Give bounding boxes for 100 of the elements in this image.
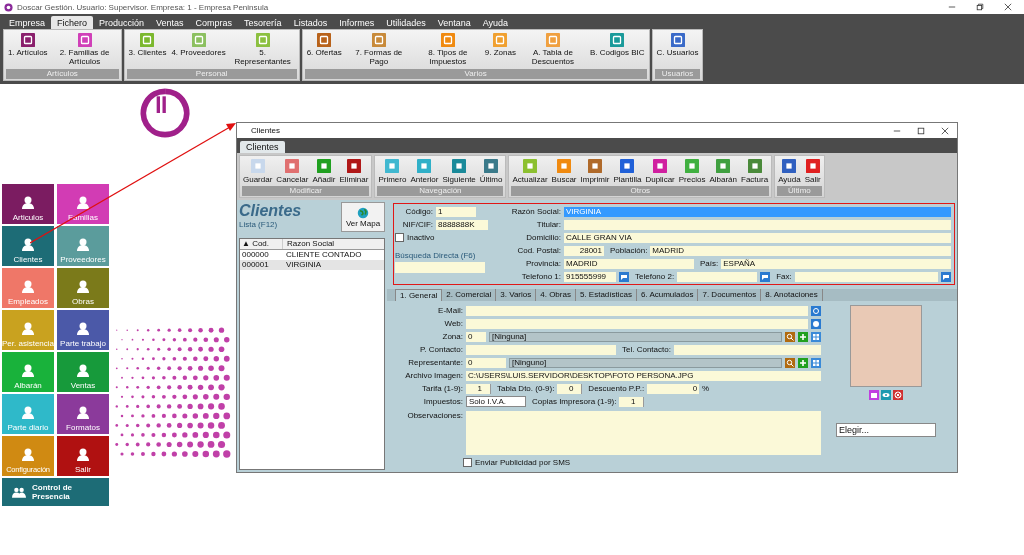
input-field[interactable] bbox=[564, 219, 951, 230]
at-sign-icon[interactable] bbox=[811, 305, 821, 316]
input-field[interactable]: ESPAÑA bbox=[721, 258, 951, 269]
input-field[interactable] bbox=[673, 344, 821, 355]
ribbon-button[interactable]: 8. Tipos de Impuestos bbox=[415, 33, 480, 69]
toolbar-button[interactable]: Siguiente bbox=[442, 159, 476, 184]
checkbox[interactable] bbox=[395, 233, 404, 242]
tab[interactable]: 1. General bbox=[395, 289, 443, 301]
input-field[interactable]: MADRID bbox=[650, 245, 951, 256]
ribbon-button[interactable]: 2. Familias de Artículos bbox=[52, 33, 117, 69]
tab[interactable]: 2. Comercial bbox=[442, 289, 497, 301]
document-tab[interactable]: Clientes bbox=[240, 141, 285, 153]
tile-button[interactable]: Parte trabajo bbox=[57, 310, 109, 350]
toolbar-button[interactable]: Imprimir bbox=[580, 159, 610, 184]
toolbar-button[interactable]: Eliminar bbox=[339, 159, 369, 184]
ribbon-button[interactable]: 7. Formas de Pago bbox=[346, 33, 411, 69]
tile-button[interactable]: Ventas bbox=[57, 352, 109, 392]
menu-item[interactable]: Producción bbox=[93, 16, 151, 29]
ribbon-button[interactable]: 9. Zonas bbox=[484, 33, 516, 69]
ribbon-button[interactable]: C. Usuarios bbox=[656, 33, 699, 69]
restore-icon[interactable] bbox=[976, 3, 984, 11]
toolbar-button[interactable]: Buscar bbox=[551, 159, 577, 184]
tile-button[interactable]: Formatos bbox=[57, 394, 109, 434]
add-icon[interactable] bbox=[798, 331, 808, 342]
toolbar-button[interactable]: Precios bbox=[678, 159, 706, 184]
add-icon[interactable] bbox=[798, 357, 808, 368]
search-icon[interactable] bbox=[785, 357, 795, 368]
tile-button[interactable]: Obras bbox=[57, 268, 109, 308]
input-field[interactable]: CALLE GRAN VIA bbox=[564, 232, 951, 243]
grid-icon[interactable] bbox=[811, 357, 821, 368]
input-field[interactable]: 0 bbox=[647, 383, 700, 394]
toolbar-button[interactable]: Plantilla bbox=[613, 159, 642, 184]
tab[interactable]: 4. Obras bbox=[536, 289, 576, 301]
input-field[interactable]: 0 bbox=[466, 331, 486, 342]
chat-icon[interactable] bbox=[941, 271, 951, 282]
spin-field[interactable]: 1 bbox=[466, 383, 491, 394]
input-field[interactable]: 28001 bbox=[564, 245, 604, 256]
toolbar-button[interactable]: Duplicar bbox=[645, 159, 675, 184]
delete-icon[interactable] bbox=[893, 390, 903, 400]
tab[interactable]: 3. Varios bbox=[496, 289, 537, 301]
tile-button[interactable]: Articulos bbox=[2, 184, 54, 224]
input-field[interactable]: 0 bbox=[466, 357, 506, 368]
map-button[interactable]: Ver Mapa bbox=[341, 202, 385, 232]
chat-icon[interactable] bbox=[619, 271, 629, 282]
menu-item[interactable]: Tesorería bbox=[238, 16, 288, 29]
minimize-icon[interactable] bbox=[948, 3, 956, 11]
column-header[interactable]: ▲ Cod. bbox=[240, 239, 282, 249]
toolbar-button[interactable]: Último bbox=[479, 159, 503, 184]
tab[interactable]: 7. Documentos bbox=[698, 289, 762, 301]
input-field[interactable]: 915555999 bbox=[564, 271, 616, 282]
menu-item[interactable]: Listados bbox=[287, 16, 334, 29]
input-field[interactable]: 1 bbox=[436, 206, 476, 217]
tab[interactable]: 8. Anotaciones bbox=[761, 289, 823, 301]
tile-button[interactable]: Clientes bbox=[2, 226, 54, 266]
globe-icon[interactable] bbox=[811, 318, 821, 329]
toolbar-button[interactable]: Actualizar bbox=[512, 159, 548, 184]
toolbar-button[interactable]: Factura bbox=[741, 159, 769, 184]
tab[interactable]: 6. Acumulados bbox=[636, 289, 699, 301]
ribbon-button[interactable]: A. Tabla de Descuentos bbox=[520, 33, 585, 69]
input-field[interactable]: C:\USERS\LUIS.SERVIDOR\DESKTOP\FOTO PERSONA.JPG bbox=[466, 370, 821, 381]
tile-button[interactable]: Salir bbox=[57, 436, 109, 476]
menu-item[interactable]: Ventana bbox=[431, 16, 477, 29]
dropdown[interactable]: Elegir... bbox=[836, 423, 936, 437]
list-row[interactable]: 000000 CLIENTE CONTADO bbox=[240, 250, 384, 260]
ribbon-button[interactable]: B. Codigos BIC bbox=[589, 33, 645, 69]
menu-item[interactable]: Compras bbox=[189, 16, 239, 29]
toolbar-button[interactable]: Añadir bbox=[312, 159, 336, 184]
ribbon-button[interactable]: 4. Proveedores bbox=[171, 33, 226, 69]
search-field[interactable] bbox=[395, 262, 485, 273]
ribbon-button[interactable]: 1. Artículos bbox=[8, 33, 48, 69]
dropdown[interactable]: Solo I.V.A. bbox=[466, 396, 526, 407]
menu-item[interactable]: Utilidades bbox=[380, 16, 432, 29]
menu-item[interactable]: Ventas bbox=[150, 16, 190, 29]
eye-icon[interactable] bbox=[881, 390, 891, 400]
maximize-icon[interactable] bbox=[917, 126, 925, 135]
input-field[interactable] bbox=[794, 271, 938, 282]
ribbon-button[interactable]: 3. Clientes bbox=[128, 33, 167, 69]
list-row[interactable]: 000001 VIRGINIA bbox=[240, 260, 384, 270]
input-field[interactable] bbox=[466, 344, 616, 355]
input-field[interactable] bbox=[466, 305, 808, 316]
input-field[interactable]: MADRID bbox=[564, 258, 694, 269]
close-icon[interactable] bbox=[1004, 3, 1012, 11]
toolbar-button[interactable]: Anterior bbox=[410, 159, 439, 184]
spin-field[interactable]: 1 bbox=[619, 396, 645, 407]
spin-field[interactable]: 0 bbox=[557, 383, 583, 394]
close-icon[interactable] bbox=[941, 126, 949, 135]
menu-item[interactable]: Informes bbox=[333, 16, 381, 29]
input-field[interactable] bbox=[677, 271, 758, 282]
input-field[interactable] bbox=[466, 318, 808, 329]
toolbar-button[interactable]: Ayuda bbox=[778, 159, 801, 184]
menu-item[interactable]: Fichero bbox=[51, 16, 94, 29]
toolbar-button[interactable]: Salir bbox=[804, 159, 821, 184]
window-icon[interactable] bbox=[869, 390, 879, 400]
column-header[interactable]: Razon Social bbox=[282, 239, 377, 249]
input-field[interactable]: 8888888K bbox=[436, 219, 488, 230]
notes-field[interactable] bbox=[466, 411, 821, 455]
toolbar-button[interactable]: Cancelar bbox=[276, 159, 309, 184]
grid-icon[interactable] bbox=[811, 331, 821, 342]
toolbar-button[interactable]: Guardar bbox=[243, 159, 273, 184]
tab[interactable]: 5. Estadísticas bbox=[575, 289, 637, 301]
